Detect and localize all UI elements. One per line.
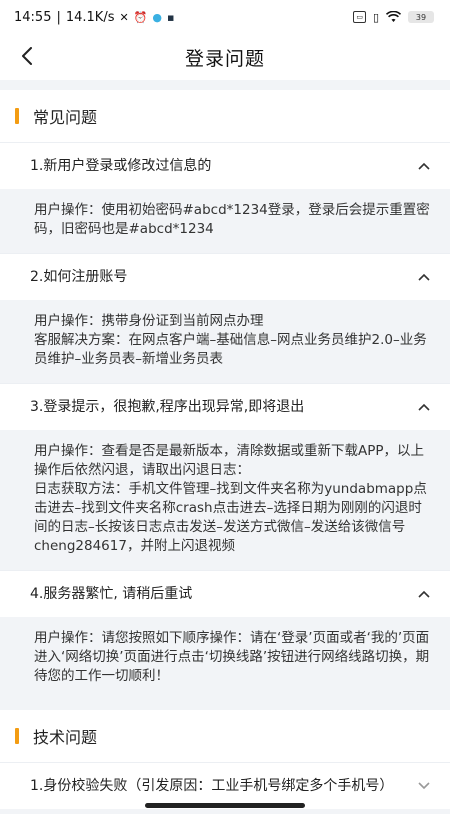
content-area[interactable]: 常见问题 1.新用户登录或修改过信息的 用户操作：使用初始密码#abcd*123… <box>0 80 450 814</box>
mute-icon: ✕ <box>119 10 129 24</box>
faq-question-4[interactable]: 4.服务器繁忙, 请稍后重试 <box>0 570 450 617</box>
faq-answer-1: 用户操作：使用初始密码#abcd*1234登录，登录后会提示重置密码，旧密码也是… <box>0 189 450 253</box>
faq-question-1[interactable]: 1.新用户登录或修改过信息的 <box>0 142 450 189</box>
faq-question-text: 4.服务器繁忙, 请稍后重试 <box>30 586 193 602</box>
faq-answer-2: 用户操作：携带身份证到当前网点办理 客服解决方案：在网点客户端–基础信息–网点业… <box>0 300 450 383</box>
faq-question-2[interactable]: 2.如何注册账号 <box>0 253 450 300</box>
faq-answer-text: 用户操作：携带身份证到当前网点办理 <box>34 313 264 329</box>
section-accent-bar <box>15 728 19 744</box>
notification-icon: ▪ <box>167 10 175 24</box>
section-title: 技术问题 <box>33 728 98 747</box>
faq-question-text: 2.如何注册账号 <box>30 269 128 285</box>
status-left: 14:55 | 14.1K/s ✕ ⏰ ● ▪ <box>14 10 174 25</box>
faq-question-text: 1.身份校验失败（引发原因：工业手机号绑定多个手机号） <box>30 778 394 794</box>
battery-icon: 39 <box>408 11 434 23</box>
faq-answer-text: 用户操作：使用初始密码#abcd*1234登录，登录后会提示重置密码，旧密码也是… <box>34 202 430 237</box>
faq-question-text: 1.新用户登录或修改过信息的 <box>30 158 212 174</box>
back-arrow-icon <box>22 47 32 65</box>
status-right: ▭ ▯ 39 <box>353 11 434 23</box>
network-speed: 14.1K/s <box>65 9 115 25</box>
faq-question-tech-1[interactable]: 1.身份校验失败（引发原因：工业手机号绑定多个手机号） <box>0 762 450 809</box>
app-notification-icon: ● <box>152 10 163 24</box>
faq-answer-text: 日志获取方法：手机文件管理–找到文件夹名称为yundabmapp点击进去–找到文… <box>34 481 427 554</box>
nav-bar: 登录问题 <box>0 34 450 80</box>
chevron-up-icon[interactable] <box>416 155 432 177</box>
back-button[interactable] <box>12 41 42 71</box>
wifi-icon <box>386 11 401 22</box>
faq-answer-text: 客服解决方案：在网点客户端–基础信息–网点业务员维护2.0–业务员维护–业务员表… <box>34 332 427 367</box>
vpn-icon: ▭ <box>353 11 366 23</box>
top-gap <box>0 80 450 90</box>
home-indicator[interactable] <box>145 803 305 808</box>
status-time: 14:55 <box>14 9 52 25</box>
alarm-icon: ⏰ <box>133 10 148 24</box>
status-bar: 14:55 | 14.1K/s ✕ ⏰ ● ▪ ▭ ▯ 39 <box>0 0 450 34</box>
chevron-up-icon[interactable] <box>416 583 432 605</box>
chevron-down-icon[interactable] <box>416 775 432 797</box>
faq-answer-text: 用户操作：查看是否是最新版本，清除数据或重新下载APP，以上操作后依然闪退，请取… <box>34 443 425 478</box>
page-title: 登录问题 <box>184 47 265 70</box>
faq-answer-text: 用户操作：请您按照如下顺序操作：请在‘登录’页面或者‘我的’页面进入‘网络切换’… <box>34 630 430 684</box>
chevron-up-icon[interactable] <box>416 266 432 288</box>
section-header-common: 常见问题 <box>0 90 450 142</box>
faq-question-3[interactable]: 3.登录提示，很抱歉,程序出现异常,即将退出 <box>0 383 450 430</box>
faq-answer-3: 用户操作：查看是否是最新版本，清除数据或重新下载APP，以上操作后依然闪退，请取… <box>0 430 450 570</box>
faq-answer-4: 用户操作：请您按照如下顺序操作：请在‘登录’页面或者‘我的’页面进入‘网络切换’… <box>0 617 450 700</box>
status-divider: | <box>56 9 61 25</box>
section-header-technical: 技术问题 <box>0 710 450 762</box>
faq-question-text: 3.登录提示，很抱歉,程序出现异常,即将退出 <box>30 399 305 415</box>
battery-level: 39 <box>415 12 427 22</box>
section-accent-bar <box>15 108 19 124</box>
chevron-up-icon[interactable] <box>416 396 432 418</box>
section-title: 常见问题 <box>33 108 98 127</box>
vibrate-icon: ▯ <box>372 10 379 24</box>
